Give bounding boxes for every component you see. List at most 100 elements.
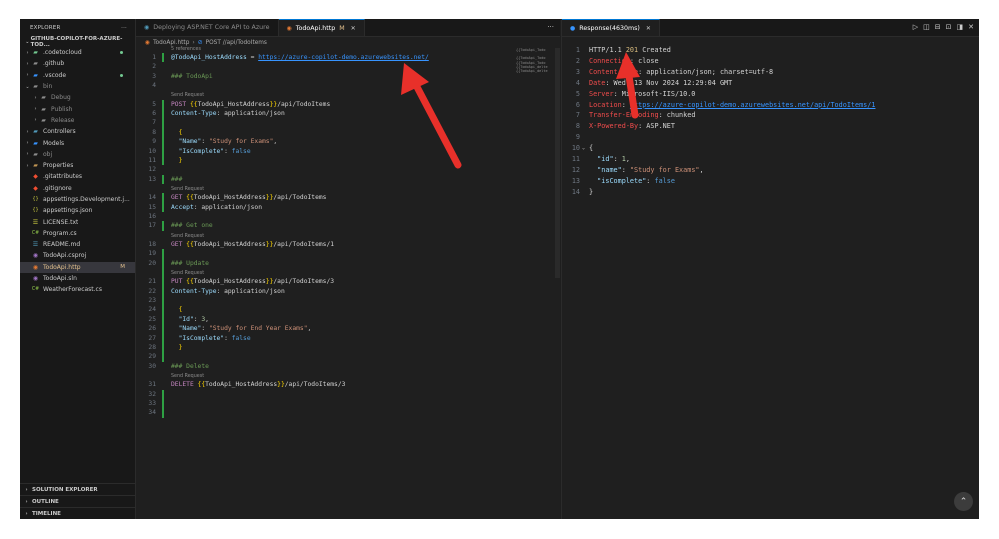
tree-item-models[interactable]: › ▰ Models (20, 137, 135, 148)
response-actions: ▷ ◫ ⊟ ⊡ ◨ ✕ (913, 23, 974, 31)
minimap-line: {{TodoApi_delte (516, 69, 548, 73)
tree-item-readme-md[interactable]: ☰ README.md (20, 239, 135, 250)
token: /api/TodoItems/3 (273, 278, 335, 286)
token: "Study for Exams" (208, 138, 274, 146)
line-text: Content-Type: application/json (171, 109, 285, 118)
line-number: 30 (148, 362, 156, 370)
folder-icon: ▰ (33, 150, 38, 158)
breadcrumb-file[interactable]: TodoApi.http (153, 40, 189, 46)
line-text: Transfer-Encoding: chunked (589, 110, 695, 121)
chevron-icon: › (26, 72, 29, 79)
line-number: 18 (148, 241, 156, 248)
send-request-link[interactable]: Send Request (171, 92, 204, 99)
file-tree: › ▰ .codetocloud › ▰ .github › ▰ .vscode ⌄ ▰ bin › ▰ D… (20, 47, 135, 296)
code-line: 26 "Name": "Study for End Year Exams", (136, 324, 560, 333)
send-request-link[interactable]: Send Request (171, 373, 204, 380)
token: POST (171, 100, 190, 108)
tree-item-debug[interactable]: › ▰ Debug (20, 92, 135, 103)
close-icon[interactable]: ✕ (351, 25, 356, 32)
tab-deploying-doc[interactable]: ◉ Deploying ASP.NET Core API to Azure (136, 19, 279, 36)
token: /api/TodoItems/1 (273, 241, 335, 248)
code-line: 8 { (136, 128, 560, 137)
line-text: PUT {{TodoApi_HostAddress}}/api/TodoItem… (171, 277, 334, 286)
http-file-icon: ◉ (145, 39, 151, 46)
section-outline[interactable]: › OUTLINE (20, 495, 135, 507)
tree-item-program-cs[interactable]: C# Program.cs (20, 228, 135, 239)
explorer-more-icon[interactable]: ··· (121, 25, 127, 31)
tree-item-label: TodoApi.sln (43, 275, 77, 283)
tree-item-todoapi-http[interactable]: ◉ TodoApi.http M (20, 261, 135, 273)
line-text: "isComplete": false (589, 176, 675, 187)
tree-item-gitignore[interactable]: ◆ .gitignore (20, 183, 135, 194)
tree-item-publish[interactable]: › ▰ Publish (20, 103, 135, 114)
line-text: { (589, 143, 593, 154)
send-request-link[interactable]: Send Request (171, 186, 204, 193)
folder-icon: ▰ (33, 49, 38, 57)
tree-item-controllers[interactable]: › ▰ Controllers (20, 126, 135, 137)
send-request-link[interactable]: Send Request (171, 270, 204, 277)
tree-item-label: .gitattributes (43, 173, 83, 181)
tree-item-vscode[interactable]: › ▰ .vscode (20, 70, 135, 81)
project-root[interactable]: ⌄ GITHUB-COPILOT-FOR-AZURE-TOD... (20, 36, 135, 48)
tree-item-label: Publish (51, 105, 73, 113)
code-editor[interactable]: 5 references 1 @TodoApi_HostAddress = http… (136, 46, 560, 519)
line-text: } (171, 156, 183, 165)
tree-item-todoapi-csproj[interactable]: ◉ TodoApi.csproj (20, 250, 135, 261)
split-editor-icon[interactable]: ◫ (923, 23, 930, 31)
tree-item-bin[interactable]: ⌄ ▰ bin (20, 81, 135, 92)
tree-item-appsettings-json[interactable]: {} appsettings.json (20, 205, 135, 216)
token: DELETE (171, 381, 198, 389)
tree-item-weatherforecast-cs[interactable]: C# WeatherForecast.cs (20, 284, 135, 295)
tree-item-label: Release (51, 116, 75, 124)
code-line: 34 (136, 408, 560, 417)
file-icon: C# (31, 230, 40, 236)
fold-chevron-icon[interactable]: ⌄ (582, 143, 585, 154)
scroll-to-top-button[interactable]: ⌃ (954, 492, 973, 511)
git-change-marker (162, 174, 164, 184)
section-solution-explorer[interactable]: › SOLUTION EXPLORER (20, 483, 135, 495)
tree-item-obj[interactable]: › ▰ obj (20, 149, 135, 160)
folder-icon: ▰ (33, 83, 38, 91)
minimap[interactable]: {{TodoApi_Todo {{TodoApi_Todo {{TodoApi_To… (516, 48, 556, 108)
editor-tabbar: ◉ Deploying ASP.NET Core API to Azure ◉ … (136, 19, 560, 37)
tab-response[interactable]: ● Response(4630ms) ✕ (562, 19, 660, 36)
tree-item-license-txt[interactable]: ☰ LICENSE.txt (20, 216, 135, 227)
line-text: GET {{TodoApi_HostAddress}}/api/TodoItem… (171, 240, 334, 249)
tree-item-gitattributes[interactable]: ◆ .gitattributes (20, 171, 135, 182)
editor-scrollbar[interactable] (555, 48, 560, 278)
token: {{ (189, 100, 198, 108)
chevron-icon: ⌄ (25, 83, 30, 90)
panel-icon[interactable]: ◨ (957, 23, 964, 31)
tab-todoapi-http[interactable]: ◉ TodoApi.http M ✕ (278, 19, 365, 36)
tree-item-appsettings-development-j[interactable]: {} appsettings.Development.j... (20, 194, 135, 205)
response-body[interactable]: 1 HTTP/1.1 201 Created 2 Connection: close 3… (562, 42, 979, 519)
explorer-sidebar: EXPLORER ··· ⌄ GITHUB-COPILOT-FOR-AZURE-… (20, 19, 136, 519)
run-icon[interactable]: ▷ (913, 23, 918, 31)
editor-more-icon[interactable]: ··· (547, 23, 554, 31)
tree-item-todoapi-sln[interactable]: ◉ TodoApi.sln (20, 273, 135, 284)
tree-item-release[interactable]: › ▰ Release (20, 115, 135, 126)
token: : (613, 155, 622, 163)
layout-icon[interactable]: ⊡ (946, 23, 952, 31)
codelens-references[interactable]: 5 references (171, 46, 201, 53)
collapse-icon[interactable]: ⊟ (935, 23, 941, 31)
code-line: 11 } (136, 156, 560, 165)
line-text: ### Get one (171, 221, 213, 230)
git-change-marker (162, 221, 164, 231)
close-icon[interactable]: ✕ (646, 25, 651, 32)
send-request-link[interactable]: Send Request (171, 233, 204, 240)
line-text: ### (171, 175, 182, 184)
breadcrumb-section[interactable]: POST //api/TodoItems (206, 40, 267, 46)
section-timeline[interactable]: › TIMELINE (20, 507, 135, 519)
close-icon[interactable]: ✕ (968, 23, 974, 31)
tree-item-properties[interactable]: › ▰ Properties (20, 160, 135, 171)
token: : application/json (193, 203, 262, 211)
line-number: 2 (575, 56, 580, 65)
line-number: 24 (148, 306, 156, 314)
tree-item-label: Models (43, 139, 65, 147)
tree-item-codetocloud[interactable]: › ▰ .codetocloud (20, 47, 135, 58)
line-number: 21 (148, 278, 156, 286)
token: : (201, 325, 209, 333)
tree-item-github[interactable]: › ▰ .github (20, 58, 135, 69)
token: TodoApi_HostAddress (205, 381, 278, 389)
